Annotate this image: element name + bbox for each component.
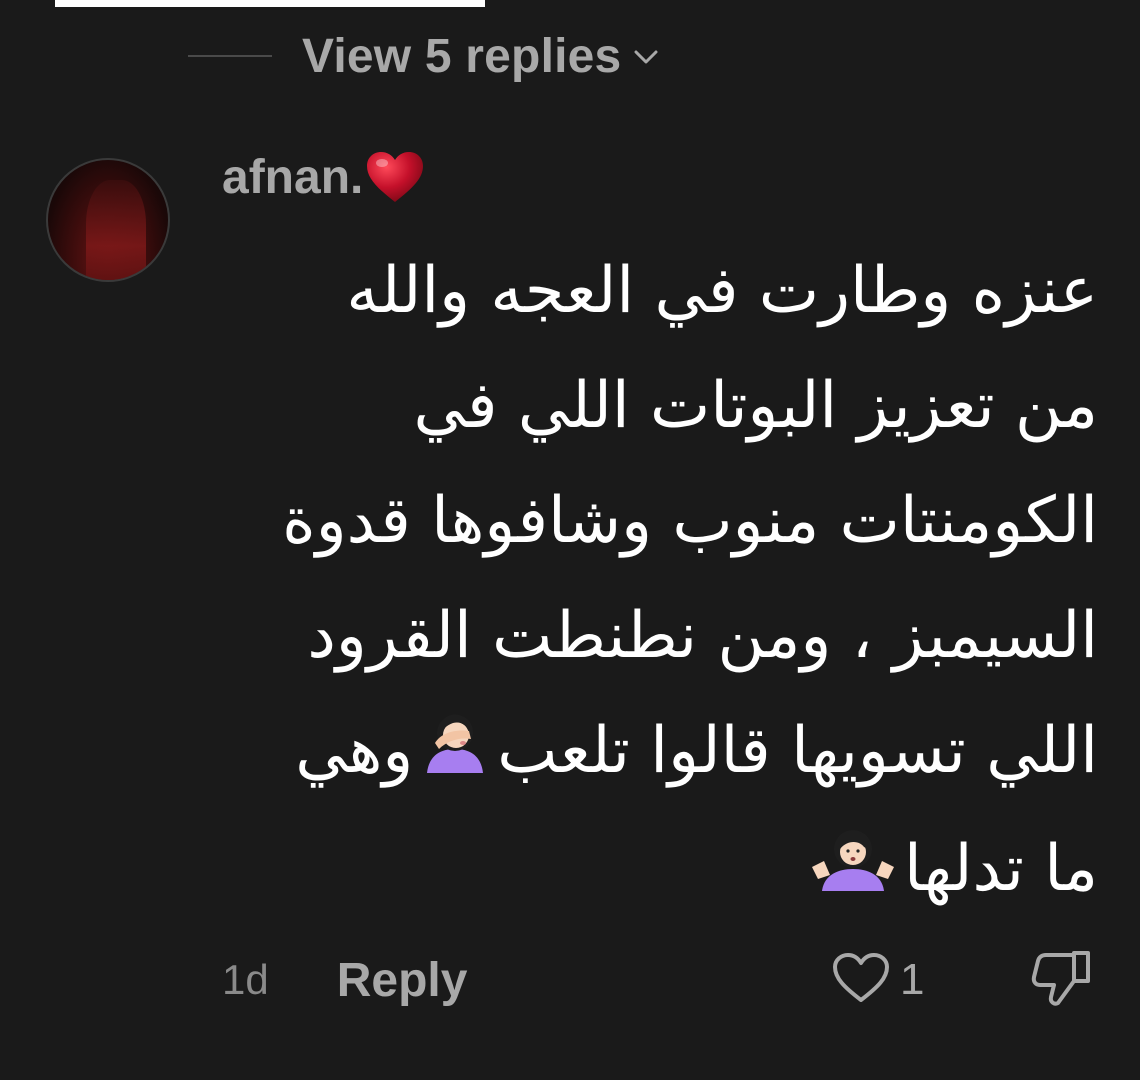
woman-shrugging-emoji xyxy=(808,815,898,930)
comment-header: afnan. xyxy=(222,146,425,208)
red-heart-emoji xyxy=(365,150,425,209)
comment-line-6: ما تدلها xyxy=(218,812,1098,930)
replies-divider-line xyxy=(188,55,272,57)
comment-footer: 1d Reply 1 xyxy=(222,950,1102,1010)
heart-outline-icon xyxy=(832,952,890,1009)
like-button[interactable]: 1 xyxy=(832,950,924,1010)
comment-line-5: اللي تسويها قالوا تلعب وهي xyxy=(218,694,1098,812)
view-replies-label: View 5 replies xyxy=(302,29,622,83)
comment-line-6-text: ما تدلها xyxy=(903,831,1098,906)
comment-text: عنزه وطارت في العجه والله من تعزيز البوت… xyxy=(218,234,1098,930)
view-replies-button[interactable]: View 5 replies xyxy=(188,28,659,84)
woman-facepalming-emoji xyxy=(419,697,491,812)
comment-timestamp: 1d xyxy=(222,956,269,1003)
avatar-figure xyxy=(86,180,146,280)
top-content-strip xyxy=(55,0,485,7)
like-count: 1 xyxy=(900,955,925,1004)
comment-line-4: السيمبز ، ومن نطنطت القرود xyxy=(307,599,1098,673)
username[interactable]: afnan. xyxy=(222,150,363,205)
dislike-button[interactable] xyxy=(1030,950,1094,1010)
avatar[interactable] xyxy=(46,158,170,282)
comment-line-3: الكومنتات منوب وشافوها قدوة xyxy=(282,484,1098,558)
comment-line-2: من تعزيز البوتات اللي في xyxy=(413,369,1098,443)
comment-line-5-part-b: وهي xyxy=(295,714,414,788)
comment-line-1: عنزه وطارت في العجه والله xyxy=(346,254,1098,328)
comment-line-5-part-a: اللي تسويها قالوا تلعب xyxy=(497,714,1098,788)
thumbs-down-icon xyxy=(1030,947,1094,1014)
chevron-down-icon xyxy=(633,48,659,71)
reply-button[interactable]: Reply xyxy=(337,953,468,1008)
